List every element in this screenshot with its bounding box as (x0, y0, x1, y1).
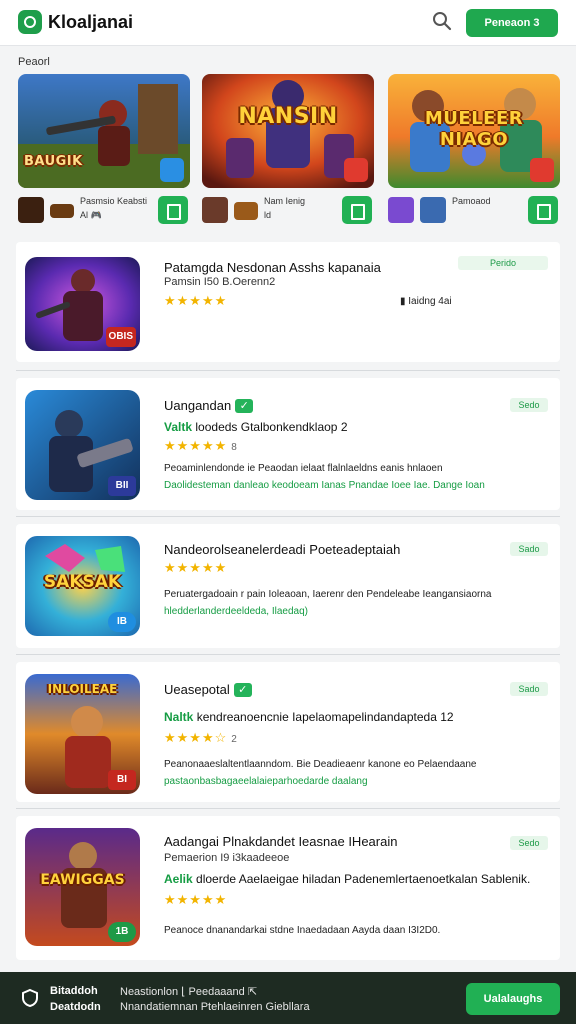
featured-card[interactable]: BAUGIK Pasmsio Keabsti Al 🎮 (18, 74, 190, 226)
featured-meta: Al 🎮 (80, 210, 102, 220)
get-button[interactable] (528, 196, 558, 224)
thumbnail-icon (420, 197, 446, 223)
featured-image[interactable]: MUELEER NIAGO (388, 74, 560, 188)
featured-meta: ld (264, 210, 272, 220)
divider (16, 370, 560, 371)
featured-subtitle: Pasmsio Keabsti (80, 196, 148, 206)
list-item[interactable]: INLOILEAE BI Ueasepotal ✓ Naltk kendreano… (16, 662, 560, 802)
get-button[interactable] (158, 196, 188, 224)
divider (16, 516, 560, 517)
featured-card[interactable]: NANSIN Nam Ienig ld (202, 74, 374, 226)
install-count: ▮ Iaidng 4ai (400, 296, 452, 307)
bottom-bar-subtitle: Deatdodn (50, 1001, 101, 1013)
game-icon[interactable]: INLOILEAE BI (25, 674, 140, 794)
list-item[interactable]: BII Uangandan ✓ Valtk loodeds Gtalbonkend… (16, 378, 560, 510)
category-pill[interactable]: Sedo (510, 398, 548, 412)
game-title[interactable]: Uangandan ✓ (164, 398, 254, 413)
platform-badge-icon (344, 158, 368, 182)
thumbnail-icon (388, 197, 414, 223)
game-subtitle: Pemaerion I9 i3kaadeeoe (164, 852, 290, 864)
featured-art-title: NANSIN (238, 104, 338, 129)
game-icon[interactable]: BII (25, 390, 140, 500)
bottom-action-button[interactable]: Ualalaughs (466, 983, 560, 1015)
rating-stars: ★★★★★ (164, 293, 228, 308)
app-logo-icon[interactable] (18, 10, 42, 34)
list-item[interactable]: EAWIGGAS 1B Aadangai Plnakdandet Ieasnae… (16, 816, 560, 960)
verified-check-icon: ✓ (235, 399, 254, 413)
thumbnail-icon (234, 202, 258, 220)
game-title[interactable]: Patamgda Nesdonan Asshs kapanaia (164, 260, 381, 275)
category-pill[interactable]: Sado (510, 542, 548, 556)
list-item[interactable]: OBIS Patamgda Nesdonan Asshs kapanaia Pa… (16, 242, 560, 362)
game-description: Peanoce dnanandarkai stdne Inaedadaan Aa… (164, 925, 441, 936)
game-title[interactable]: Nandeorolseanelerdeadi Poeteadeptaiah (164, 542, 400, 557)
game-subtitle: Pamsin I50 B.Oerenn2 (164, 276, 276, 288)
game-tagline: Naltk kendreanoencnie Iapelaomapelindand… (164, 710, 454, 724)
featured-image[interactable]: BAUGIK (18, 74, 190, 188)
bottom-bar-info: Nnandatiemnan Ptehlaeinren Giebllara (120, 1001, 310, 1013)
featured-art-title: BAUGIK (24, 154, 83, 169)
rating-stars: ★★★★★ (164, 892, 228, 907)
platform-badge: OBIS (105, 327, 136, 347)
featured-card[interactable]: MUELEER NIAGO Pamoaod (388, 74, 560, 226)
header-action-button[interactable]: Peneaon 3 (466, 9, 558, 37)
category-pill[interactable]: Sado (510, 682, 548, 696)
category-pill[interactable]: Sedo (510, 836, 548, 850)
featured-subtitle: Nam Ienig (264, 196, 306, 206)
game-art-title: SAKSAK (43, 572, 122, 592)
divider (16, 808, 560, 809)
game-art-title: EAWIGGAS (40, 872, 125, 888)
featured-section-label: Peaorl (18, 56, 50, 68)
featured-image[interactable]: NANSIN (202, 74, 374, 188)
platform-badge-icon (530, 158, 554, 182)
game-icon[interactable]: EAWIGGAS 1B (25, 828, 140, 946)
bottom-bar-title: Bitaddoh (50, 985, 98, 997)
rating-stars: ★★★★★ (164, 560, 228, 575)
list-item[interactable]: SAKSAK IB Nandeorolseanelerdeadi Poetead… (16, 524, 560, 648)
game-tagline: Valtk loodeds Gtalbonkendklaop 2 (164, 420, 348, 434)
game-title[interactable]: Aadangai Plnakdandet Ieasnae IHearain (164, 834, 397, 849)
bottom-bar: Bitaddoh Deatdodn Neastionlon ⌊ Peedaaan… (0, 972, 576, 1024)
game-art-title: INLOILEAE (47, 682, 118, 696)
rating-stars: ★★★★☆ 2 (164, 730, 237, 745)
thumbnail-icon (202, 197, 228, 223)
game-description: Peanonaaeslaltentlaanndom. Bie Deadieaen… (164, 759, 477, 787)
platform-badge: BII (108, 476, 136, 496)
platform-badge: BI (108, 770, 136, 790)
shield-icon (22, 988, 38, 1008)
thumbnail-icon (18, 197, 44, 223)
platform-badge: IB (108, 612, 136, 632)
bottom-bar-info: Neastionlon ⌊ Peedaaand ⇱ (120, 986, 258, 998)
search-icon[interactable] (432, 11, 452, 31)
game-icon[interactable]: SAKSAK IB (25, 536, 140, 636)
rating-stars: ★★★★★ 8 (164, 438, 237, 453)
featured-art-title: MUELEER NIAGO (424, 108, 524, 150)
app-screen: Kloaljanai Peneaon 3 Peaorl BAUGIK Pasms… (0, 0, 576, 1024)
game-description: Peoaminlendonde ie Peaodan ielaat flalnl… (164, 463, 485, 491)
game-description: Peruatergadoain r pain Ioleaoan, Iaerenr… (164, 589, 492, 617)
divider (16, 654, 560, 655)
verified-check-icon: ✓ (233, 683, 252, 697)
top-bar: Kloaljanai Peneaon 3 (0, 0, 576, 46)
game-title[interactable]: Ueasepotal ✓ (164, 682, 252, 697)
platform-badge: 1B (108, 922, 136, 942)
game-icon[interactable]: OBIS (25, 257, 140, 351)
app-title: Kloaljanai (48, 12, 134, 32)
thumbnail-icon (50, 204, 74, 218)
get-button[interactable] (342, 196, 372, 224)
platform-badge-icon (160, 158, 184, 182)
category-pill[interactable]: Perido (458, 256, 548, 270)
featured-subtitle: Pamoaod (452, 196, 491, 206)
game-tagline: Aelik dloerde Aaelaeigae hiladan Padenem… (164, 872, 531, 886)
